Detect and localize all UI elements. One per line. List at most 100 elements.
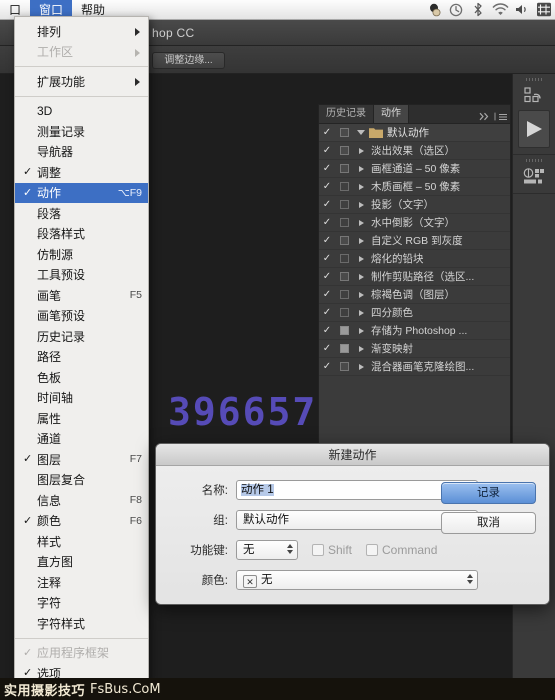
bluetooth-icon[interactable] xyxy=(467,0,489,20)
action-dialog-toggle[interactable] xyxy=(335,128,353,137)
menu-item-调整[interactable]: ✓调整 xyxy=(15,162,148,183)
action-dialog-toggle[interactable] xyxy=(335,326,353,335)
action-toggle-check[interactable]: ✓ xyxy=(319,361,335,372)
menu-item-画笔预设[interactable]: 画笔预设 xyxy=(15,306,148,327)
menu-item-时间轴[interactable]: 时间轴 xyxy=(15,388,148,409)
adjustments-panel-icon[interactable] xyxy=(513,163,555,189)
menu-item-颜色[interactable]: ✓颜色F6 xyxy=(15,511,148,532)
action-toggle-check[interactable]: ✓ xyxy=(319,217,335,228)
chevron-right-icon[interactable] xyxy=(353,184,369,190)
menu-item-扩展功能[interactable]: 扩展功能 xyxy=(15,71,148,92)
play-action-icon[interactable] xyxy=(518,110,550,148)
action-dialog-toggle[interactable] xyxy=(335,254,353,263)
action-dialog-toggle[interactable] xyxy=(335,344,353,353)
action-dialog-toggle[interactable] xyxy=(335,290,353,299)
menu-item-画笔[interactable]: 画笔F5 xyxy=(15,285,148,306)
menu-item-排列[interactable]: 排列 xyxy=(15,21,148,42)
user-icon[interactable] xyxy=(423,0,445,20)
action-dialog-toggle[interactable] xyxy=(335,308,353,317)
menu-item-信息[interactable]: 信息F8 xyxy=(15,490,148,511)
chevron-right-icon[interactable] xyxy=(353,346,369,352)
action-dialog-toggle[interactable] xyxy=(335,362,353,371)
window-menu-dropdown[interactable]: 排列工作区扩展功能3D测量记录导航器✓调整✓动作⌥F9段落段落样式仿制源工具预设… xyxy=(14,16,149,684)
action-row[interactable]: ✓画框通道 – 50 像素 xyxy=(319,160,510,178)
action-row[interactable]: ✓木质画框 – 50 像素 xyxy=(319,178,510,196)
action-set-row[interactable]: ✓默认动作 xyxy=(319,124,510,142)
action-dialog-toggle[interactable] xyxy=(335,200,353,209)
menu-item-注释[interactable]: 注释 xyxy=(15,572,148,593)
record-button[interactable]: 记录 xyxy=(441,482,536,504)
chevron-down-icon[interactable] xyxy=(353,130,369,135)
menu-item-3D[interactable]: 3D xyxy=(15,101,148,122)
refine-edge-button[interactable]: 调整边缘... xyxy=(152,52,225,69)
action-dialog-toggle[interactable] xyxy=(335,236,353,245)
menu-item-色板[interactable]: 色板 xyxy=(15,367,148,388)
chevron-right-icon[interactable] xyxy=(353,166,369,172)
chevron-right-icon[interactable] xyxy=(353,292,369,298)
action-toggle-check[interactable]: ✓ xyxy=(319,145,335,156)
menu-item-图层复合[interactable]: 图层复合 xyxy=(15,470,148,491)
chevron-right-icon[interactable] xyxy=(353,364,369,370)
cancel-button[interactable]: 取消 xyxy=(441,512,536,534)
action-row[interactable]: ✓淡出效果（选区） xyxy=(319,142,510,160)
action-row[interactable]: ✓自定义 RGB 到灰度 xyxy=(319,232,510,250)
actions-list[interactable]: ✓默认动作✓淡出效果（选区）✓画框通道 – 50 像素✓木质画框 – 50 像素… xyxy=(319,124,510,446)
action-dialog-toggle[interactable] xyxy=(335,146,353,155)
chevron-right-icon[interactable] xyxy=(353,220,369,226)
volume-icon[interactable] xyxy=(511,0,533,20)
menu-item-通道[interactable]: 通道 xyxy=(15,429,148,450)
menu-item-测量记录[interactable]: 测量记录 xyxy=(15,121,148,142)
action-toggle-check[interactable]: ✓ xyxy=(319,325,335,336)
clock-icon[interactable] xyxy=(445,0,467,20)
menu-item-历史记录[interactable]: 历史记录 xyxy=(15,326,148,347)
action-toggle-check[interactable]: ✓ xyxy=(319,163,335,174)
menu-item-段落[interactable]: 段落 xyxy=(15,203,148,224)
action-toggle-check[interactable]: ✓ xyxy=(319,289,335,300)
input-method-icon[interactable] xyxy=(533,0,555,20)
action-row[interactable]: ✓制作剪贴路径（选区... xyxy=(319,268,510,286)
history-panel-icon[interactable] xyxy=(513,82,555,108)
menu-item-仿制源[interactable]: 仿制源 xyxy=(15,244,148,265)
menu-item-导航器[interactable]: 导航器 xyxy=(15,142,148,163)
fnkey-select[interactable]: 无 xyxy=(236,540,298,560)
action-row[interactable]: ✓存储为 Photoshop ... xyxy=(319,322,510,340)
menu-item-直方图[interactable]: 直方图 xyxy=(15,552,148,573)
action-toggle-check[interactable]: ✓ xyxy=(319,343,335,354)
color-select[interactable]: ✕无 xyxy=(236,570,478,590)
menu-item-工具预设[interactable]: 工具预设 xyxy=(15,265,148,286)
chevron-right-icon[interactable] xyxy=(353,274,369,280)
menu-item-字符样式[interactable]: 字符样式 xyxy=(15,613,148,634)
chevron-right-icon[interactable] xyxy=(353,328,369,334)
chevron-right-icon[interactable] xyxy=(353,256,369,262)
chevron-right-icon[interactable] xyxy=(353,148,369,154)
menu-item-图层[interactable]: ✓图层F7 xyxy=(15,449,148,470)
command-checkbox[interactable]: Command xyxy=(366,543,437,557)
action-dialog-toggle[interactable] xyxy=(335,218,353,227)
action-row[interactable]: ✓混合器画笔克隆绘图... xyxy=(319,358,510,376)
action-dialog-toggle[interactable] xyxy=(335,164,353,173)
menu-item-字符[interactable]: 字符 xyxy=(15,593,148,614)
menu-item-样式[interactable]: 样式 xyxy=(15,531,148,552)
menu-item-段落样式[interactable]: 段落样式 xyxy=(15,224,148,245)
action-toggle-check[interactable]: ✓ xyxy=(319,181,335,192)
action-toggle-check[interactable]: ✓ xyxy=(319,235,335,246)
action-toggle-check[interactable]: ✓ xyxy=(319,253,335,264)
action-toggle-check[interactable]: ✓ xyxy=(319,271,335,282)
menu-item-属性[interactable]: 属性 xyxy=(15,408,148,429)
shift-checkbox[interactable]: Shift xyxy=(312,543,352,557)
wifi-icon[interactable] xyxy=(489,0,511,20)
chevron-right-icon[interactable] xyxy=(353,310,369,316)
action-row[interactable]: ✓水中倒影（文字） xyxy=(319,214,510,232)
action-toggle-check[interactable]: ✓ xyxy=(319,199,335,210)
action-row[interactable]: ✓四分颜色 xyxy=(319,304,510,322)
action-row[interactable]: ✓棕褐色调（图层） xyxy=(319,286,510,304)
action-row[interactable]: ✓熔化的铅块 xyxy=(319,250,510,268)
action-toggle-check[interactable]: ✓ xyxy=(319,307,335,318)
menu-item-动作[interactable]: ✓动作⌥F9 xyxy=(15,183,148,204)
action-toggle-check[interactable]: ✓ xyxy=(319,127,335,138)
tab-actions[interactable]: 动作 xyxy=(374,105,409,123)
action-row[interactable]: ✓投影（文字） xyxy=(319,196,510,214)
action-dialog-toggle[interactable] xyxy=(335,272,353,281)
action-row[interactable]: ✓渐变映射 xyxy=(319,340,510,358)
action-dialog-toggle[interactable] xyxy=(335,182,353,191)
